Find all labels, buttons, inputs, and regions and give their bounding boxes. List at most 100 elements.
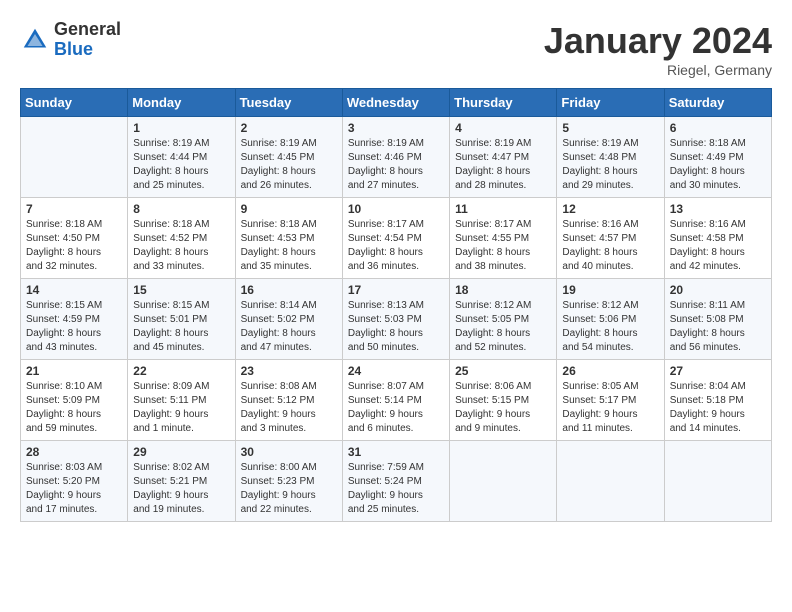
day-info: Sunrise: 8:19 AM Sunset: 4:46 PM Dayligh… (348, 137, 444, 193)
day-info: Sunrise: 8:06 AM Sunset: 5:15 PM Dayligh… (455, 380, 551, 436)
calendar-cell: 9 Sunrise: 8:18 AM Sunset: 4:53 PM Daylig… (235, 198, 342, 279)
calendar-cell: 10 Sunrise: 8:17 AM Sunset: 4:54 PM Dayli… (342, 198, 449, 279)
calendar-cell: 21Sunrise: 8:10 AM Sunset: 5:09 PM Dayli… (21, 360, 128, 441)
day-number: 31 (348, 445, 444, 459)
calendar-cell: 29 Sunrise: 8:02 AM Sunset: 5:21 PM Dayli… (128, 441, 235, 522)
week-row-4: 21Sunrise: 8:10 AM Sunset: 5:09 PM Dayli… (21, 360, 772, 441)
calendar-cell: 3Sunrise: 8:19 AM Sunset: 4:46 PM Daylig… (342, 117, 449, 198)
calendar-cell: 31 Sunrise: 7:59 AM Sunset: 5:24 PM Dayli… (342, 441, 449, 522)
day-number: 17 (348, 283, 444, 297)
day-info: Sunrise: 8:13 AM Sunset: 5:03 PM Dayligh… (348, 299, 444, 355)
logo-general: General (54, 20, 121, 40)
day-info: Sunrise: 8:18 AM Sunset: 4:53 PM Dayligh… (241, 218, 337, 274)
day-number: 8 (133, 202, 229, 216)
week-row-1: 1 Sunrise: 8:19 AM Sunset: 4:44 PM Daylig… (21, 117, 772, 198)
day-info: Sunrise: 8:09 AM Sunset: 5:11 PM Dayligh… (133, 380, 229, 436)
calendar-cell (664, 441, 771, 522)
day-info: Sunrise: 8:02 AM Sunset: 5:21 PM Dayligh… (133, 461, 229, 517)
calendar-cell: 25 Sunrise: 8:06 AM Sunset: 5:15 PM Dayli… (450, 360, 557, 441)
day-info: Sunrise: 8:18 AM Sunset: 4:50 PM Dayligh… (26, 218, 122, 274)
day-info: Sunrise: 7:59 AM Sunset: 5:24 PM Dayligh… (348, 461, 444, 517)
day-number: 6 (670, 121, 766, 135)
calendar-cell: 30Sunrise: 8:00 AM Sunset: 5:23 PM Dayli… (235, 441, 342, 522)
day-header-friday: Friday (557, 89, 664, 117)
calendar-cell: 28 Sunrise: 8:03 AM Sunset: 5:20 PM Dayli… (21, 441, 128, 522)
day-number: 16 (241, 283, 337, 297)
day-number: 1 (133, 121, 229, 135)
calendar-cell: 6 Sunrise: 8:18 AM Sunset: 4:49 PM Daylig… (664, 117, 771, 198)
calendar-cell: 2 Sunrise: 8:19 AM Sunset: 4:45 PM Daylig… (235, 117, 342, 198)
week-row-2: 7 Sunrise: 8:18 AM Sunset: 4:50 PM Daylig… (21, 198, 772, 279)
day-info: Sunrise: 8:03 AM Sunset: 5:20 PM Dayligh… (26, 461, 122, 517)
day-number: 30 (241, 445, 337, 459)
day-info: Sunrise: 8:04 AM Sunset: 5:18 PM Dayligh… (670, 380, 766, 436)
day-header-sunday: Sunday (21, 89, 128, 117)
day-info: Sunrise: 8:19 AM Sunset: 4:44 PM Dayligh… (133, 137, 229, 193)
day-number: 9 (241, 202, 337, 216)
calendar-cell: 8 Sunrise: 8:18 AM Sunset: 4:52 PM Daylig… (128, 198, 235, 279)
day-info: Sunrise: 8:18 AM Sunset: 4:49 PM Dayligh… (670, 137, 766, 193)
day-info: Sunrise: 8:19 AM Sunset: 4:45 PM Dayligh… (241, 137, 337, 193)
day-number: 19 (562, 283, 658, 297)
day-info: Sunrise: 8:17 AM Sunset: 4:55 PM Dayligh… (455, 218, 551, 274)
calendar-cell: 22 Sunrise: 8:09 AM Sunset: 5:11 PM Dayli… (128, 360, 235, 441)
day-info: Sunrise: 8:16 AM Sunset: 4:57 PM Dayligh… (562, 218, 658, 274)
day-info: Sunrise: 8:18 AM Sunset: 4:52 PM Dayligh… (133, 218, 229, 274)
logo: General Blue (20, 20, 121, 60)
calendar-cell: 1 Sunrise: 8:19 AM Sunset: 4:44 PM Daylig… (128, 117, 235, 198)
day-header-thursday: Thursday (450, 89, 557, 117)
page-header: General Blue January 2024 Riegel, German… (20, 20, 772, 78)
day-number: 4 (455, 121, 551, 135)
calendar-cell: 26 Sunrise: 8:05 AM Sunset: 5:17 PM Dayli… (557, 360, 664, 441)
calendar-cell (450, 441, 557, 522)
day-number: 12 (562, 202, 658, 216)
day-info: Sunrise: 8:16 AM Sunset: 4:58 PM Dayligh… (670, 218, 766, 274)
day-number: 28 (26, 445, 122, 459)
day-number: 7 (26, 202, 122, 216)
day-info: Sunrise: 8:15 AM Sunset: 4:59 PM Dayligh… (26, 299, 122, 355)
day-number: 2 (241, 121, 337, 135)
day-number: 10 (348, 202, 444, 216)
day-info: Sunrise: 8:15 AM Sunset: 5:01 PM Dayligh… (133, 299, 229, 355)
day-number: 23 (241, 364, 337, 378)
day-number: 22 (133, 364, 229, 378)
calendar-cell: 23Sunrise: 8:08 AM Sunset: 5:12 PM Dayli… (235, 360, 342, 441)
calendar-cell: 15Sunrise: 8:15 AM Sunset: 5:01 PM Dayli… (128, 279, 235, 360)
day-number: 11 (455, 202, 551, 216)
day-info: Sunrise: 8:07 AM Sunset: 5:14 PM Dayligh… (348, 380, 444, 436)
calendar-cell: 4 Sunrise: 8:19 AM Sunset: 4:47 PM Daylig… (450, 117, 557, 198)
day-number: 25 (455, 364, 551, 378)
calendar-cell: 20Sunrise: 8:11 AM Sunset: 5:08 PM Dayli… (664, 279, 771, 360)
day-header-wednesday: Wednesday (342, 89, 449, 117)
week-row-3: 14 Sunrise: 8:15 AM Sunset: 4:59 PM Dayli… (21, 279, 772, 360)
calendar-cell: 19Sunrise: 8:12 AM Sunset: 5:06 PM Dayli… (557, 279, 664, 360)
day-info: Sunrise: 8:14 AM Sunset: 5:02 PM Dayligh… (241, 299, 337, 355)
calendar-cell: 27 Sunrise: 8:04 AM Sunset: 5:18 PM Dayli… (664, 360, 771, 441)
day-number: 20 (670, 283, 766, 297)
calendar-cell: 24Sunrise: 8:07 AM Sunset: 5:14 PM Dayli… (342, 360, 449, 441)
day-number: 26 (562, 364, 658, 378)
day-number: 21 (26, 364, 122, 378)
calendar-cell: 5 Sunrise: 8:19 AM Sunset: 4:48 PM Daylig… (557, 117, 664, 198)
calendar-header-row: SundayMondayTuesdayWednesdayThursdayFrid… (21, 89, 772, 117)
day-info: Sunrise: 8:19 AM Sunset: 4:47 PM Dayligh… (455, 137, 551, 193)
day-number: 18 (455, 283, 551, 297)
day-number: 14 (26, 283, 122, 297)
day-number: 5 (562, 121, 658, 135)
day-info: Sunrise: 8:17 AM Sunset: 4:54 PM Dayligh… (348, 218, 444, 274)
day-number: 29 (133, 445, 229, 459)
day-info: Sunrise: 8:19 AM Sunset: 4:48 PM Dayligh… (562, 137, 658, 193)
day-info: Sunrise: 8:05 AM Sunset: 5:17 PM Dayligh… (562, 380, 658, 436)
calendar-cell: 18Sunrise: 8:12 AM Sunset: 5:05 PM Dayli… (450, 279, 557, 360)
calendar-cell (557, 441, 664, 522)
calendar-cell: 13Sunrise: 8:16 AM Sunset: 4:58 PM Dayli… (664, 198, 771, 279)
month-title: January 2024 (544, 20, 772, 62)
calendar-cell (21, 117, 128, 198)
calendar-cell: 16 Sunrise: 8:14 AM Sunset: 5:02 PM Dayli… (235, 279, 342, 360)
logo-text: General Blue (54, 20, 121, 60)
day-number: 27 (670, 364, 766, 378)
location: Riegel, Germany (544, 62, 772, 78)
week-row-5: 28 Sunrise: 8:03 AM Sunset: 5:20 PM Dayli… (21, 441, 772, 522)
calendar-table: SundayMondayTuesdayWednesdayThursdayFrid… (20, 88, 772, 522)
calendar-cell: 17 Sunrise: 8:13 AM Sunset: 5:03 PM Dayli… (342, 279, 449, 360)
